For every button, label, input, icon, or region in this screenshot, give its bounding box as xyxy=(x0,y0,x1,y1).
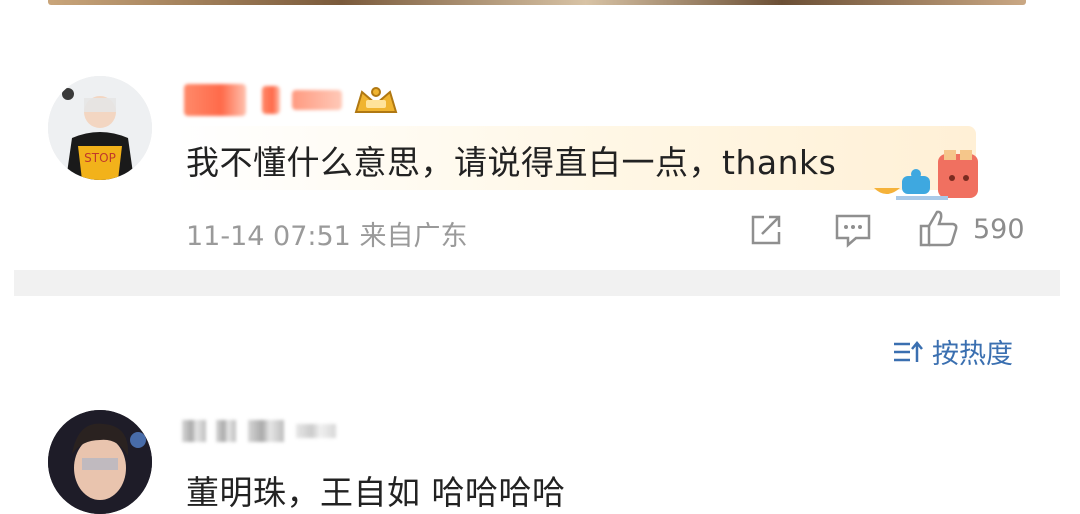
like-icon xyxy=(919,210,958,247)
comment-text: 我不懂什么意思，请说得直白一点，thanks xyxy=(186,143,837,182)
comment-time: 11-14 07:51 xyxy=(186,221,351,252)
comment-icon xyxy=(835,214,871,248)
username-blurred[interactable] xyxy=(296,424,336,438)
breakfast-sticker-icon xyxy=(872,148,984,208)
like-button[interactable] xyxy=(918,208,960,252)
username-blurred[interactable] xyxy=(248,420,284,442)
svg-text:STOP: STOP xyxy=(84,151,116,165)
username-blurred[interactable] xyxy=(184,84,246,116)
username-blurred[interactable] xyxy=(262,86,280,114)
section-divider xyxy=(14,270,1060,296)
avatar-image xyxy=(48,410,152,514)
username-blurred[interactable] xyxy=(216,420,236,442)
previous-post-image xyxy=(48,0,1026,5)
comment-location: 来自广东 xyxy=(359,221,468,252)
avatar[interactable]: STOP xyxy=(48,76,152,180)
sort-label: 按热度 xyxy=(932,339,1013,370)
comment-button[interactable] xyxy=(834,212,872,252)
comment-meta: 11-14 07:51 来自广东 xyxy=(186,214,467,253)
comment-text: 董明珠，王自如 哈哈哈哈 xyxy=(186,473,566,512)
sort-icon xyxy=(894,340,923,362)
avatar-image: STOP xyxy=(48,76,152,180)
sort-by-hot-button[interactable]: 按热度 xyxy=(892,332,1013,371)
username-blurred[interactable] xyxy=(182,420,206,442)
like-count: 590 xyxy=(973,214,1025,245)
avatar[interactable] xyxy=(48,410,152,514)
vip-badge-icon xyxy=(352,82,400,122)
username-blurred[interactable] xyxy=(292,90,342,110)
share-button[interactable] xyxy=(748,212,784,252)
share-icon xyxy=(751,215,781,245)
